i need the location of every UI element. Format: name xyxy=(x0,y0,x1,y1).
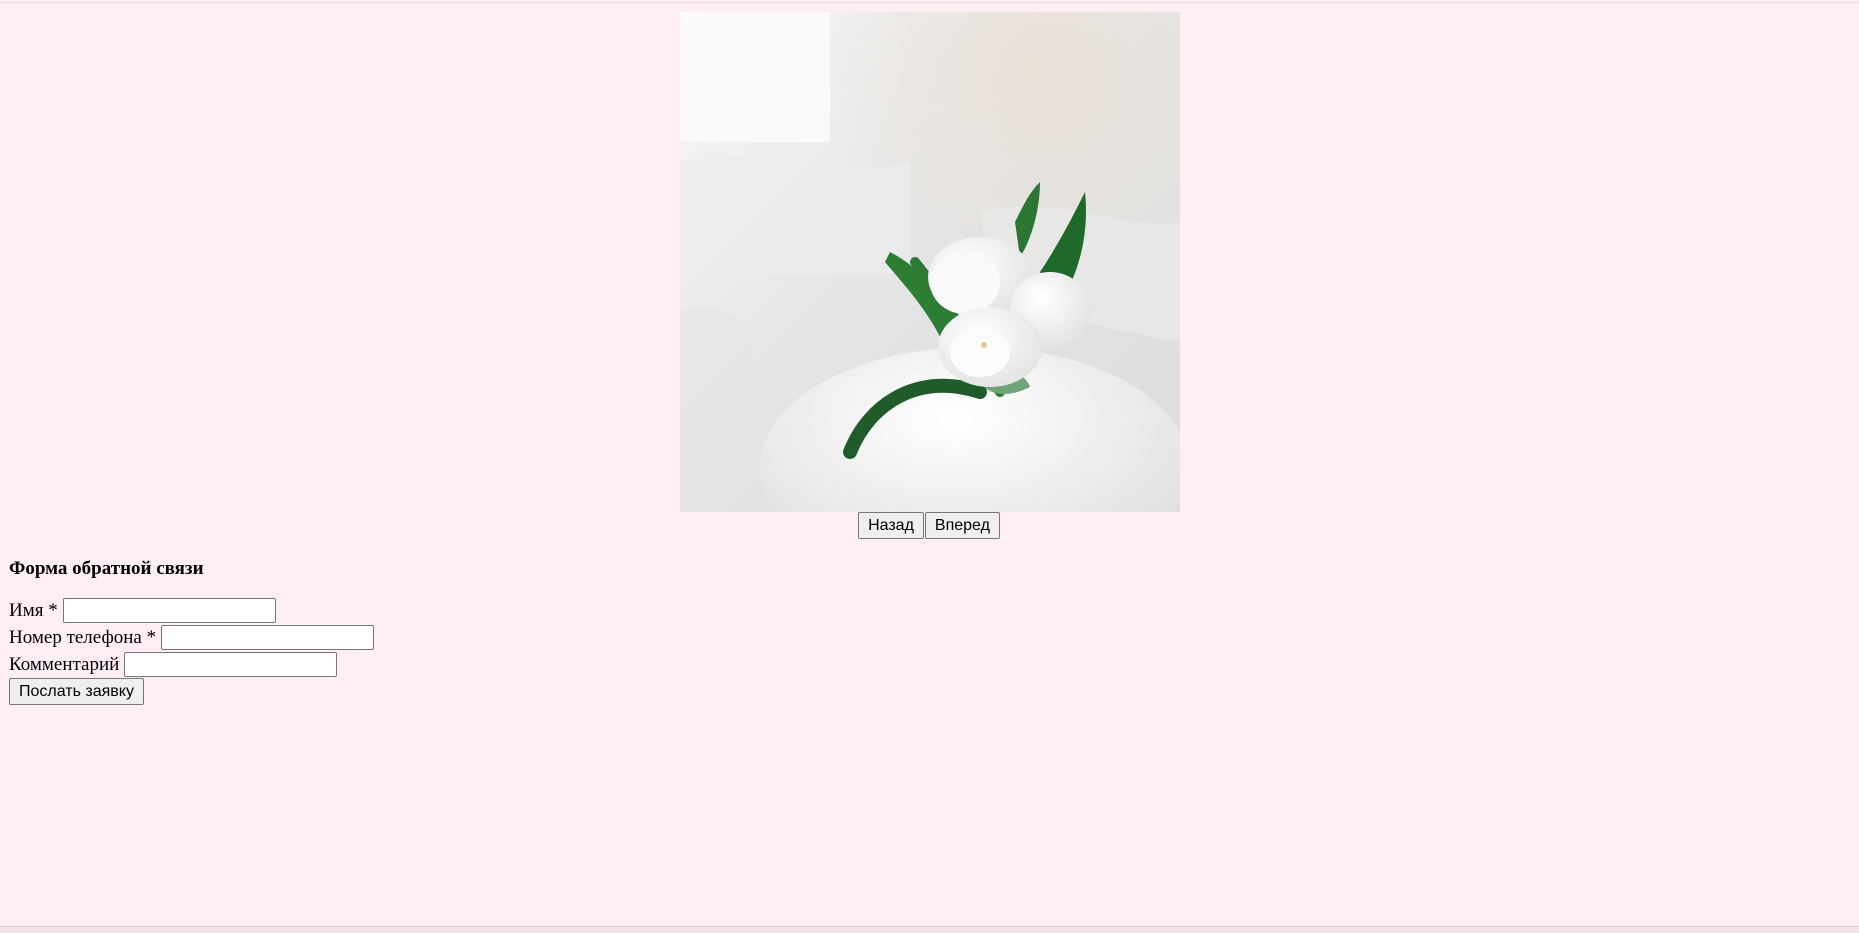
submit-row: Послать заявку xyxy=(9,678,374,705)
submit-button[interactable]: Послать заявку xyxy=(9,678,144,705)
comment-row: Комментарий xyxy=(9,651,374,678)
name-row: Имя * xyxy=(9,597,374,624)
comment-input[interactable] xyxy=(124,652,338,677)
name-input[interactable] xyxy=(62,598,276,623)
phone-row: Номер телефона * xyxy=(9,624,375,651)
next-button[interactable]: Вперед xyxy=(924,512,1000,539)
name-label: Имя * xyxy=(9,599,58,621)
prev-button[interactable]: Назад xyxy=(858,512,924,539)
phone-input[interactable] xyxy=(161,625,375,650)
top-divider xyxy=(0,2,1859,3)
phone-label: Номер телефона * xyxy=(9,626,157,648)
feedback-form-title: Форма обратной связи xyxy=(9,558,204,579)
image-slider: Назад Вперед xyxy=(0,12,1859,539)
slider-controls: Назад Вперед xyxy=(0,512,1859,539)
comment-label: Комментарий xyxy=(9,653,120,675)
feedback-form: Форма обратной связи Имя * Номер телефон… xyxy=(9,555,375,705)
slider-image xyxy=(679,12,1180,512)
